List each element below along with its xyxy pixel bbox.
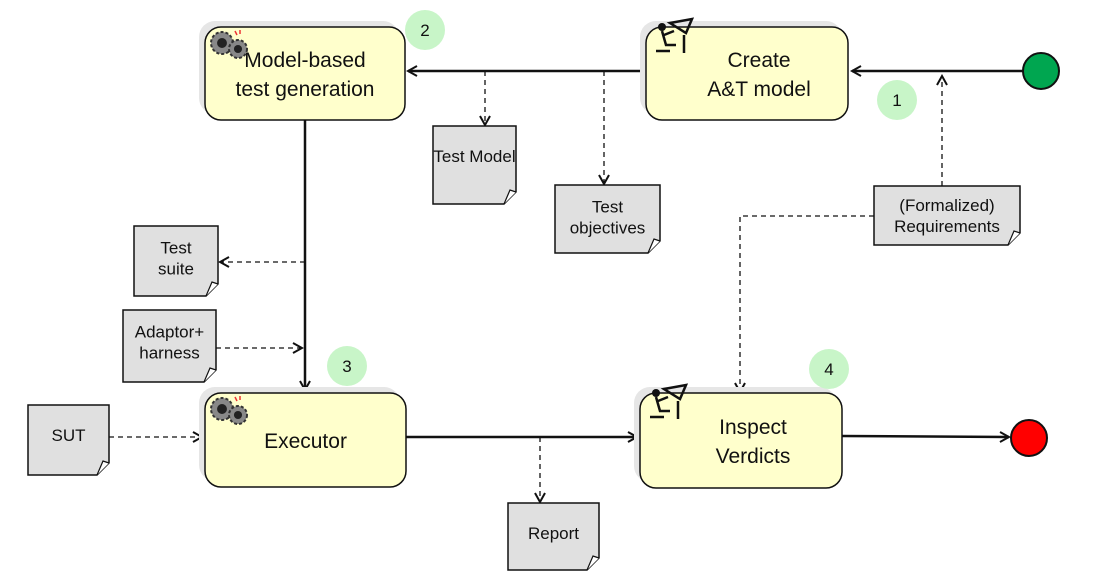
artifact-label: Test <box>592 198 623 217</box>
process-label: Verdicts <box>716 445 791 468</box>
process-label: Executor <box>264 430 347 453</box>
process-executor: Executor 3 <box>199 346 407 488</box>
step-number: 2 <box>420 21 429 40</box>
artifact-test-objectives: Test objectives <box>554 184 661 254</box>
step-number: 3 <box>342 357 351 376</box>
artifact-sut: SUT <box>27 404 110 476</box>
artifact-label: (Formalized) <box>899 196 994 215</box>
artifact-label: Adaptor+ <box>135 323 205 342</box>
process-label: A&T model <box>707 78 811 101</box>
process-box <box>639 392 843 489</box>
process-label: Create <box>727 49 790 72</box>
process-inspect: Inspect Verdicts 4 <box>634 349 849 489</box>
process-create: Create A&T model 1 <box>640 17 917 121</box>
start-node <box>1022 52 1060 90</box>
step-number: 1 <box>892 91 901 110</box>
artifact-label: objectives <box>570 219 646 238</box>
document-shape <box>873 185 1021 246</box>
artifact-report: Report <box>507 502 600 571</box>
process-label: Inspect <box>719 416 787 439</box>
artifact-label: Requirements <box>894 217 1000 236</box>
step-number: 4 <box>824 360 833 379</box>
artifact-label: Report <box>528 524 579 543</box>
process-label: test generation <box>236 78 375 101</box>
arrow-inspect-to-end <box>841 436 1009 437</box>
process-mbtg: Model-based test generation 2 <box>199 10 445 121</box>
artifact-label: Test Model <box>433 147 515 166</box>
artifact-label: Test <box>160 239 191 258</box>
end-node <box>1010 419 1048 457</box>
artifact-requirements: (Formalized) Requirements <box>873 185 1021 246</box>
arrow-requirements-to-inspect <box>740 215 874 392</box>
artifact-label: suite <box>158 260 194 279</box>
process-box <box>645 26 849 121</box>
process-diagram: Model-based test generation 2 Create A&T mod… <box>27 10 1060 571</box>
artifact-label: harness <box>139 344 199 363</box>
artifact-test-suite: Test suite <box>133 225 219 297</box>
artifact-label: SUT <box>52 426 86 445</box>
process-label: Model-based <box>244 49 365 72</box>
artifact-adaptor: Adaptor+ harness <box>122 309 217 383</box>
artifact-test-model: Test Model <box>432 125 517 205</box>
